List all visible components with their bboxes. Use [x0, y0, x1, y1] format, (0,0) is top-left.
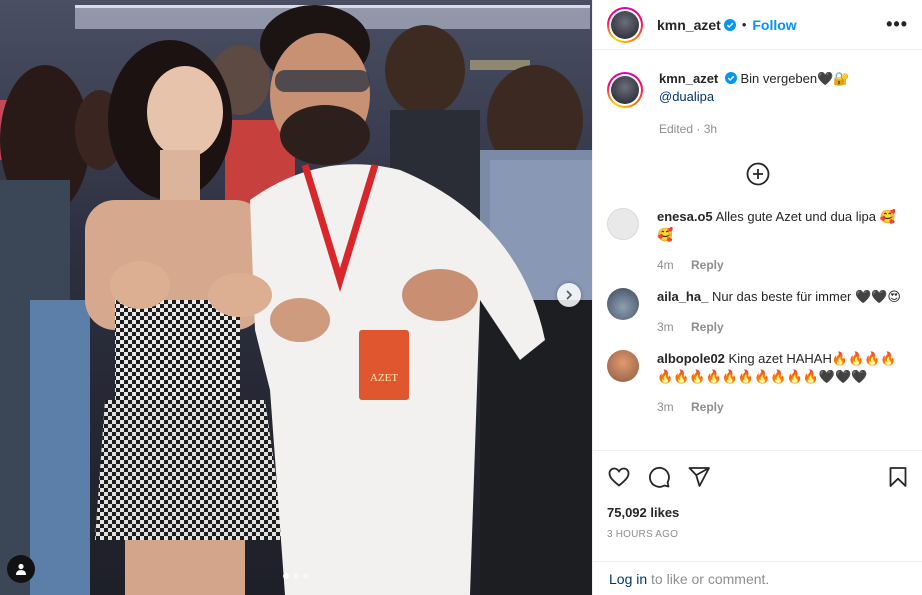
caption-text: Bin vergeben🖤🔐 — [740, 71, 850, 86]
commenter-avatar[interactable] — [607, 288, 639, 320]
commenter-username[interactable]: albopole02 — [657, 351, 725, 366]
post-caption: kmn_azet Bin vergeben🖤🔐 @dualipa Edited … — [607, 64, 908, 138]
caption-timestamp[interactable]: 3h — [704, 122, 717, 136]
plus-circle-icon[interactable] — [746, 162, 770, 186]
heart-icon — [608, 467, 630, 487]
post-sidebar: kmn_azet • Follow ••• kmn_azet Bin verge… — [592, 0, 922, 595]
comment-item: albopole02 King azet HAHAH🔥🔥🔥🔥🔥🔥🔥🔥🔥🔥🔥🔥🔥🔥… — [607, 350, 908, 416]
verified-badge-icon — [723, 18, 736, 31]
follow-button[interactable]: Follow — [752, 17, 796, 33]
login-prompt-text: to like or comment. — [647, 570, 770, 587]
comment-timestamp: 3m — [657, 320, 674, 334]
save-button[interactable] — [886, 465, 910, 489]
share-button[interactable] — [687, 465, 711, 489]
caption-avatar[interactable] — [607, 72, 643, 108]
comment-icon — [649, 466, 670, 488]
comment-timestamp: 4m — [657, 258, 674, 272]
post-header: kmn_azet • Follow ••• — [593, 0, 922, 50]
comment-button[interactable] — [647, 465, 671, 489]
bookmark-icon — [889, 467, 907, 487]
caption-edited-label: Edited — [659, 122, 694, 136]
commenter-avatar[interactable] — [607, 208, 639, 240]
post-photo[interactable]: AZET — [0, 0, 592, 595]
comment-item: enesa.o5 Alles gute Azet und dua lipa 🥰 … — [607, 208, 908, 274]
instagram-post: AZET kmn_azet • Follow ••• kmn_azet Bin … — [0, 0, 922, 595]
next-slide-button[interactable] — [557, 283, 581, 307]
header-bullet: • — [741, 17, 747, 32]
reply-button[interactable]: Reply — [691, 258, 724, 272]
paper-plane-icon — [688, 467, 710, 487]
user-tag-icon — [16, 563, 26, 575]
comment-text: Nur das beste für immer 🖤🖤😍 — [711, 289, 901, 304]
caption-username[interactable]: kmn_azet — [659, 71, 718, 86]
carousel-dot-active — [283, 573, 289, 579]
verified-badge-icon — [724, 72, 737, 84]
more-options-icon[interactable]: ••• — [886, 14, 908, 35]
likes-count[interactable]: 75,092 likes — [607, 505, 910, 520]
comment-timestamp: 3m — [657, 400, 674, 414]
commenter-username[interactable]: aila_ha_ — [657, 289, 708, 304]
reply-button[interactable]: Reply — [691, 400, 724, 414]
carousel-indicator — [0, 573, 592, 579]
author-avatar[interactable] — [607, 6, 643, 43]
post-timestamp[interactable]: 3 HOURS AGO — [607, 529, 910, 540]
photo-scene: AZET — [0, 5, 592, 595]
chevron-right-icon — [566, 290, 573, 300]
carousel-dot — [293, 573, 299, 579]
carousel-dot — [303, 573, 309, 579]
like-button[interactable] — [607, 465, 631, 489]
author-username[interactable]: kmn_azet — [657, 17, 721, 33]
commenter-username[interactable]: enesa.o5 — [657, 209, 713, 224]
caption-mention-link[interactable]: @dualipa — [659, 89, 714, 104]
login-link[interactable]: Log in — [609, 571, 647, 587]
login-prompt: Log in to like or comment. — [593, 561, 922, 595]
badge-text: AZET — [370, 372, 398, 384]
comment-item: aila_ha_ Nur das beste für immer 🖤🖤😍 3m … — [607, 288, 908, 336]
tagged-users-button[interactable] — [7, 555, 35, 583]
commenter-avatar[interactable] — [607, 350, 639, 382]
comments-list: kmn_azet Bin vergeben🖤🔐 @dualipa Edited … — [593, 50, 922, 450]
reply-button[interactable]: Reply — [691, 320, 724, 334]
